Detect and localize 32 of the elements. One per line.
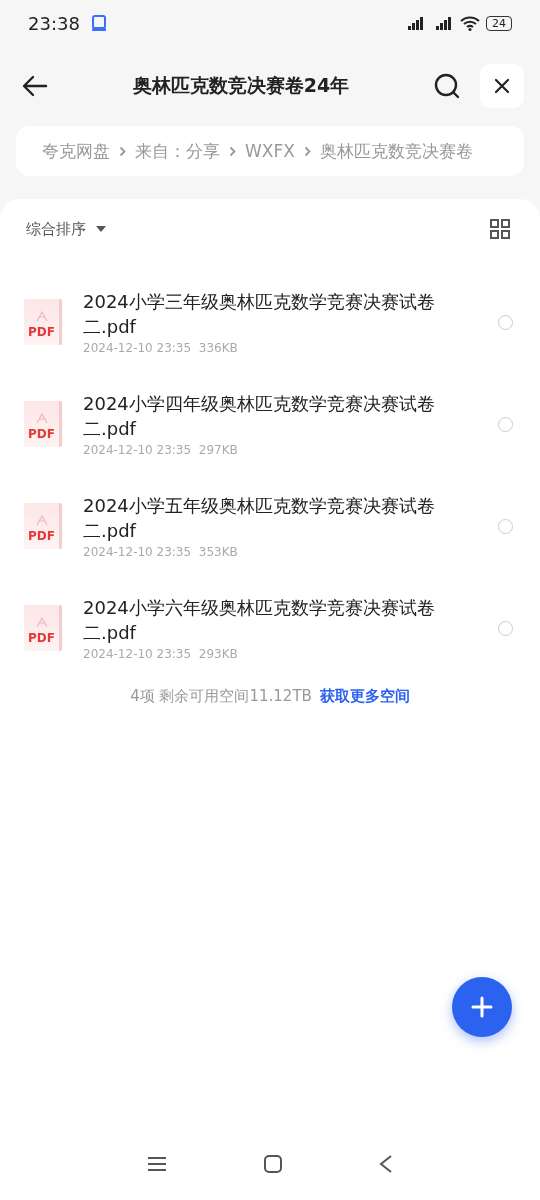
close-button[interactable] [480, 64, 524, 108]
chevron-icon [303, 145, 311, 157]
file-meta: 2024-12-10 23:35 336KB [83, 341, 239, 355]
app-notification-icon [89, 14, 108, 32]
caret-icon [96, 226, 106, 232]
get-more-space-link[interactable]: 获取更多空间 [319, 687, 410, 706]
pdf-file-icon: PDF [24, 503, 62, 549]
back-icon[interactable] [379, 1154, 393, 1174]
menu-icon[interactable] [147, 1156, 167, 1172]
sort-dropdown[interactable]: 综合排序 [26, 219, 106, 239]
close-icon [494, 78, 510, 94]
file-name[interactable]: 2024小学三年级奥林匹克数学竞赛决赛试卷二.pdf [83, 289, 448, 339]
file-name[interactable]: 2024小学四年级奥林匹克数学竞赛决赛试卷二.pdf [83, 391, 448, 441]
battery-indicator: 24 [486, 15, 512, 31]
status-time: 23:38 [28, 12, 80, 34]
file-meta: 2024-12-10 23:35 293KB [83, 647, 239, 661]
grid-view-icon[interactable] [490, 219, 510, 239]
file-meta: 2024-12-10 23:35 353KB [83, 545, 239, 559]
chevron-icon [229, 145, 236, 157]
wifi-icon [460, 15, 480, 31]
pdf-file-icon: PDF [24, 299, 62, 345]
home-icon[interactable] [263, 1154, 283, 1174]
plus-icon [471, 996, 493, 1018]
file-name[interactable]: 2024小学六年级奥林匹克数学竞赛决赛试卷二.pdf [83, 595, 448, 645]
add-button[interactable] [452, 977, 512, 1037]
chevron-icon [119, 145, 126, 157]
pdf-file-icon: PDF [24, 401, 62, 447]
file-name[interactable]: 2024小学五年级奥林匹克数学竞赛决赛试卷二.pdf [83, 493, 448, 543]
pdf-file-icon: PDF [24, 605, 62, 651]
page-title: 奥林匹克数竞决赛卷24年 [131, 73, 351, 98]
storage-summary: 4项 剩余可用空间11.12TB [130, 687, 312, 706]
file-meta: 2024-12-10 23:35 297KB [83, 443, 239, 457]
